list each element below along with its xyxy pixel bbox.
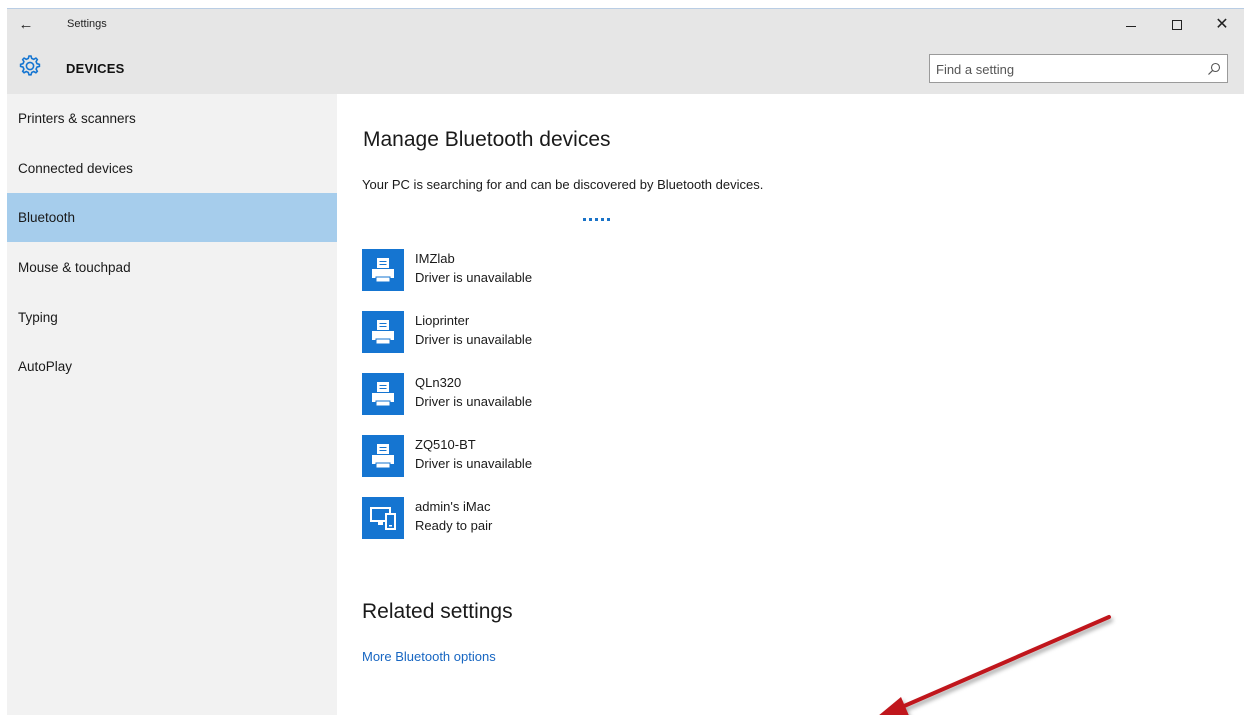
- sidebar-item-printers-scanners[interactable]: Printers & scanners: [7, 94, 337, 143]
- sidebar-item-bluetooth[interactable]: Bluetooth: [7, 193, 337, 242]
- search-status-text: Your PC is searching for and can be disc…: [362, 177, 764, 192]
- back-arrow-icon[interactable]: ←: [15, 15, 37, 35]
- close-button[interactable]: ✕: [1207, 13, 1237, 37]
- page-title: Manage Bluetooth devices: [363, 128, 611, 151]
- more-bluetooth-options-link[interactable]: More Bluetooth options: [362, 649, 496, 664]
- related-settings-heading: Related settings: [362, 600, 513, 623]
- device-name: QLn320: [415, 375, 462, 390]
- minimize-button[interactable]: [1116, 13, 1146, 37]
- printer-icon: [362, 435, 404, 477]
- minimize-icon: [1126, 26, 1136, 27]
- device-name: admin's iMac: [415, 499, 491, 514]
- gear-icon: [19, 55, 41, 76]
- computer-phone-icon: [362, 497, 404, 539]
- device-name: Lioprinter: [415, 313, 470, 328]
- sidebar-item-mouse-touchpad[interactable]: Mouse & touchpad: [7, 243, 337, 292]
- sidebar: Printers & scanners Connected devices Bl…: [7, 94, 337, 715]
- device-item[interactable]: ZQ510-BT Driver is unavailable: [362, 435, 722, 481]
- annotation-arrow-icon: [879, 615, 1111, 715]
- device-status: Driver is unavailable: [415, 270, 533, 285]
- device-item[interactable]: QLn320 Driver is unavailable: [362, 373, 722, 419]
- main-content: Manage Bluetooth devices Your PC is sear…: [337, 94, 1244, 715]
- window-title: Settings: [67, 18, 107, 30]
- maximize-icon: [1172, 20, 1182, 30]
- device-status: Driver is unavailable: [415, 332, 533, 347]
- printer-icon: [362, 373, 404, 415]
- device-name: IMZlab: [415, 251, 455, 266]
- device-item[interactable]: Lioprinter Driver is unavailable: [362, 311, 722, 357]
- sidebar-item-typing[interactable]: Typing: [7, 293, 337, 342]
- maximize-button[interactable]: [1162, 13, 1192, 37]
- search-input[interactable]: [936, 60, 1196, 78]
- device-name: ZQ510-BT: [415, 437, 476, 452]
- printer-icon: [362, 311, 404, 353]
- device-status: Driver is unavailable: [415, 394, 533, 409]
- search-box[interactable]: [929, 54, 1228, 83]
- device-item[interactable]: IMZlab Driver is unavailable: [362, 249, 722, 295]
- printer-icon: [362, 249, 404, 291]
- title-bar: ← Settings ✕: [7, 9, 1244, 41]
- settings-window: ← Settings ✕ DEVICES Printers & scanners…: [7, 8, 1244, 715]
- close-icon: ✕: [1215, 16, 1229, 33]
- sidebar-item-autoplay[interactable]: AutoPlay: [7, 342, 337, 391]
- device-item[interactable]: admin's iMac Ready to pair: [362, 497, 722, 543]
- page-header: DEVICES: [7, 41, 1244, 94]
- searching-progress-indicator: [583, 218, 623, 224]
- device-status: Ready to pair: [415, 518, 493, 533]
- device-status: Driver is unavailable: [415, 456, 533, 471]
- search-icon[interactable]: [1207, 62, 1221, 76]
- sidebar-item-connected-devices[interactable]: Connected devices: [7, 144, 337, 193]
- section-title: DEVICES: [66, 61, 125, 76]
